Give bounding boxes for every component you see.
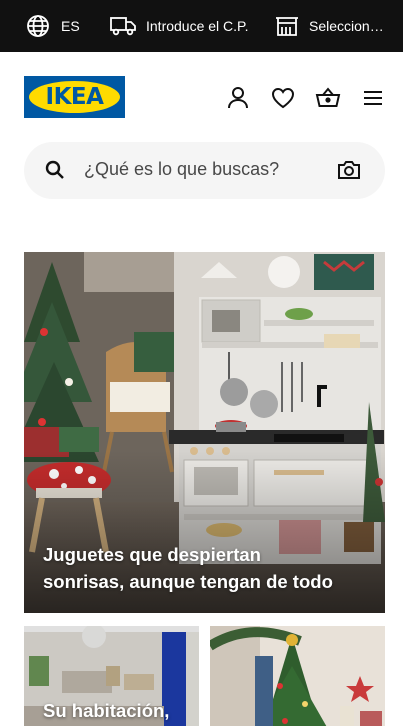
- postal-code-selector[interactable]: Introduce el C.P.: [110, 12, 248, 40]
- hamburger-menu-icon[interactable]: [360, 85, 386, 111]
- promo-card-toys[interactable]: Juguetes que despiertan sonrisas, aunque…: [24, 252, 385, 613]
- ikea-logo[interactable]: IKEA: [24, 76, 125, 118]
- language-label: ES: [61, 18, 80, 34]
- language-selector[interactable]: ES: [26, 12, 80, 40]
- globe-icon: [26, 14, 50, 38]
- promo-image-christmas-tree: [210, 626, 385, 726]
- user-icon[interactable]: [225, 85, 251, 111]
- promo-card-christmas[interactable]: [210, 626, 385, 726]
- promo-card-title: Juguetes que despiertan sonrisas, aunque…: [43, 541, 373, 595]
- postal-code-label: Introduce el C.P.: [146, 18, 249, 34]
- promo-card-room-title: Su habitación,: [43, 700, 170, 721]
- promo-title-line-1: Juguetes que despiertan: [43, 544, 261, 565]
- search-icon[interactable]: [44, 159, 66, 181]
- promo-title-line-2: sonrisas, aunque tengan de todo: [43, 571, 333, 592]
- store-selector[interactable]: Seleccion…: [275, 12, 384, 40]
- camera-icon[interactable]: [337, 158, 361, 182]
- heart-icon[interactable]: [270, 85, 296, 111]
- shopping-basket-icon[interactable]: [315, 85, 341, 111]
- promo-card-room[interactable]: Su habitación,: [24, 626, 199, 726]
- utility-bar: ES Introduce el C.P. Seleccion…: [0, 0, 403, 52]
- search-bar[interactable]: ¿Qué es lo que buscas?: [24, 142, 385, 199]
- logo-text: IKEA: [45, 84, 104, 110]
- search-input[interactable]: ¿Qué es lo que buscas?: [84, 159, 279, 180]
- store-label: Seleccion…: [309, 18, 384, 34]
- store-icon: [275, 15, 299, 37]
- page: ES Introduce el C.P. Seleccion… IKEA ¿Qu…: [0, 0, 403, 726]
- delivery-truck-icon: [110, 15, 136, 37]
- site-header: IKEA: [0, 52, 403, 140]
